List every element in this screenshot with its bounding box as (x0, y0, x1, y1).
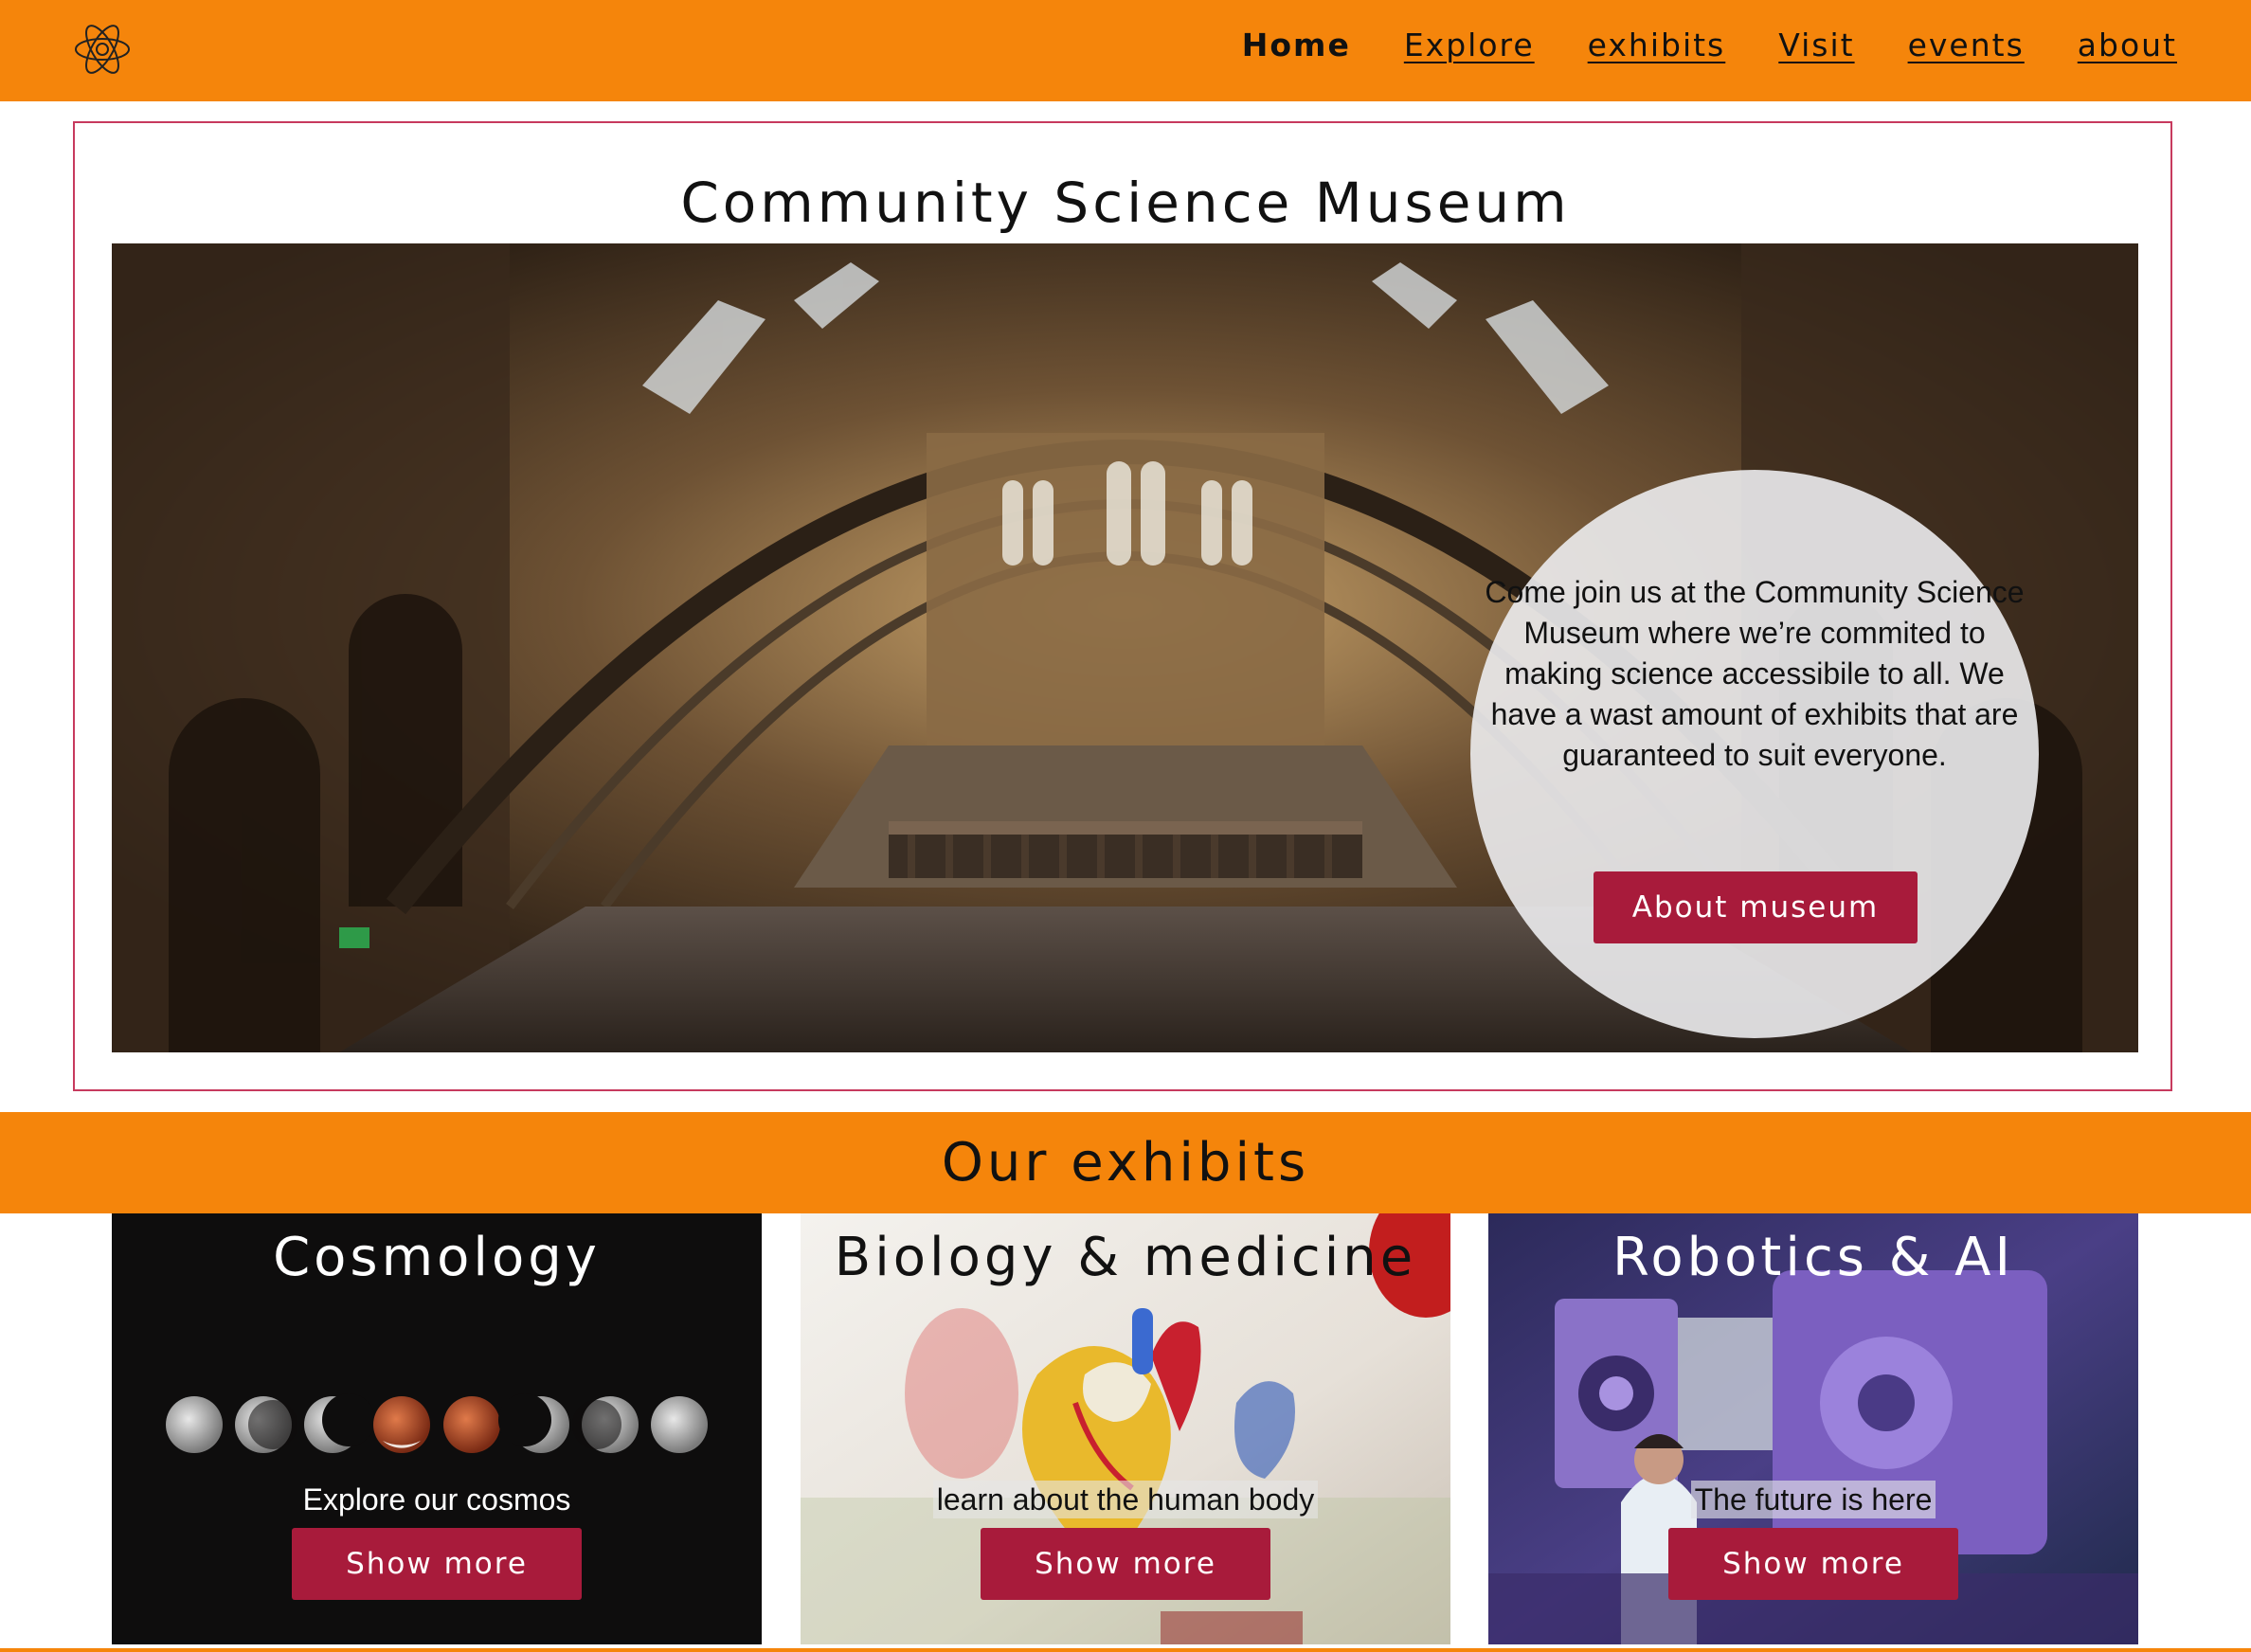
top-navbar: Home Explore exhibits Visit events about (0, 0, 2251, 101)
card-subtitle: Explore our cosmos (112, 1481, 762, 1518)
exhibit-card-cosmology: Cosmology Explore our cosmos Show more (112, 1213, 762, 1644)
show-more-button[interactable]: Show more (292, 1528, 582, 1600)
card-title: Cosmology (273, 1227, 601, 1288)
nav-visit[interactable]: Visit (1778, 27, 1854, 63)
exhibit-card-biology: Biology & medicine learn about the human… (801, 1213, 1450, 1644)
page-title: Community Science Museum (680, 171, 1571, 235)
nav-explore[interactable]: Explore (1404, 27, 1535, 63)
footer-border (0, 1648, 2251, 1652)
card-title: Robotics & AI (1612, 1227, 2015, 1288)
exhibit-card-robotics: Robotics & AI The future is here Show mo… (1488, 1213, 2138, 1644)
show-more-button[interactable]: Show more (1668, 1528, 1958, 1600)
intro-text: Come join us at the Community Science Mu… (1485, 575, 2025, 772)
nav-events[interactable]: events (1908, 27, 2025, 63)
card-subtitle-text: Explore our cosmos (302, 1482, 571, 1517)
card-subtitle: The future is here (1488, 1481, 2138, 1518)
nav-exhibits[interactable]: exhibits (1588, 27, 1726, 63)
card-subtitle: learn about the human body (801, 1481, 1450, 1518)
nav-about[interactable]: about (2078, 27, 2177, 63)
nav-home[interactable]: Home (1242, 27, 1351, 63)
atom-icon[interactable] (72, 19, 133, 80)
show-more-button[interactable]: Show more (981, 1528, 1270, 1600)
card-title: Biology & medicine (834, 1227, 1417, 1288)
about-museum-button[interactable]: About museum (1594, 871, 1918, 943)
exhibits-heading: Our exhibits (941, 1132, 1310, 1194)
card-subtitle-text: The future is here (1690, 1481, 1936, 1518)
main-nav: Home Explore exhibits Visit events about (1242, 27, 2177, 63)
card-subtitle-text: learn about the human body (932, 1481, 1319, 1518)
